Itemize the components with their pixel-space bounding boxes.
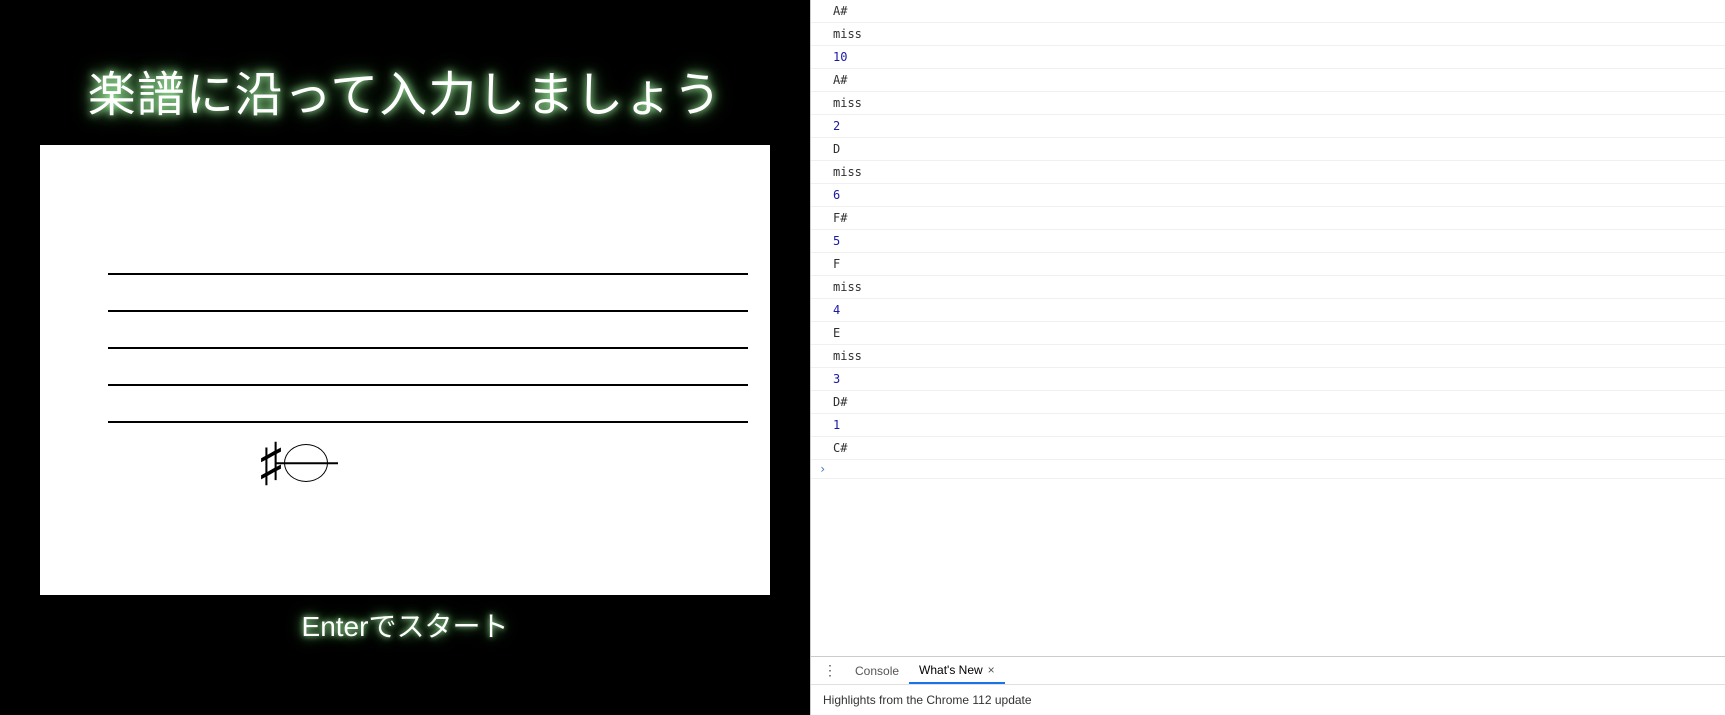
close-icon[interactable]: × xyxy=(988,663,995,677)
console-log-row: C# xyxy=(811,437,1725,460)
staff-line xyxy=(108,310,748,312)
staff-line xyxy=(108,347,748,349)
tab-console-label: Console xyxy=(855,664,899,678)
ledger-line xyxy=(276,462,338,464)
console-log-row: miss xyxy=(811,23,1725,46)
game-panel: 楽譜に沿って入力しましょう ♯ Enterでスタート xyxy=(0,0,810,715)
console-log-row: F# xyxy=(811,207,1725,230)
console-log-row: E xyxy=(811,322,1725,345)
drawer-tabbar: ⋮ Console What's New × xyxy=(811,657,1725,685)
console-log-row: 10 xyxy=(811,46,1725,69)
staff-lines xyxy=(108,273,748,458)
console-prompt[interactable]: › xyxy=(811,460,1725,479)
console-log-row: 1 xyxy=(811,414,1725,437)
music-staff-canvas[interactable]: ♯ xyxy=(40,145,770,595)
console-log-row: miss xyxy=(811,345,1725,368)
console-log-row: 4 xyxy=(811,299,1725,322)
console-log-row: 5 xyxy=(811,230,1725,253)
drawer-content: Highlights from the Chrome 112 update xyxy=(811,685,1725,715)
console-log-row: miss xyxy=(811,92,1725,115)
console-log-row: 3 xyxy=(811,368,1725,391)
staff-line xyxy=(108,273,748,275)
console-log-row: 2 xyxy=(811,115,1725,138)
start-instruction: Enterでスタート xyxy=(302,605,509,645)
staff-line xyxy=(108,384,748,386)
console-log-row: A# xyxy=(811,69,1725,92)
console-log-row: miss xyxy=(811,276,1725,299)
console-log-row: A# xyxy=(811,0,1725,23)
game-title: 楽譜に沿って入力しましょう xyxy=(88,55,723,125)
tab-whatsnew-label: What's New xyxy=(919,663,983,677)
note-head xyxy=(284,444,332,482)
console-log-row: D xyxy=(811,138,1725,161)
console-log-row: miss xyxy=(811,161,1725,184)
devtools-panel: A#miss10A#miss2Dmiss6F#5Fmiss4Emiss3D#1C… xyxy=(810,0,1725,715)
console-log-row: D# xyxy=(811,391,1725,414)
console-log-row: 6 xyxy=(811,184,1725,207)
devtools-drawer: ⋮ Console What's New × Highlights from t… xyxy=(811,656,1725,715)
note: ♯ xyxy=(260,441,332,485)
console-output[interactable]: A#miss10A#miss2Dmiss6F#5Fmiss4Emiss3D#1C… xyxy=(811,0,1725,656)
tab-console[interactable]: Console xyxy=(845,657,909,684)
console-log-row: F xyxy=(811,253,1725,276)
kebab-menu-icon[interactable]: ⋮ xyxy=(815,662,845,679)
tab-whats-new[interactable]: What's New × xyxy=(909,657,1005,684)
staff-line xyxy=(108,421,748,423)
